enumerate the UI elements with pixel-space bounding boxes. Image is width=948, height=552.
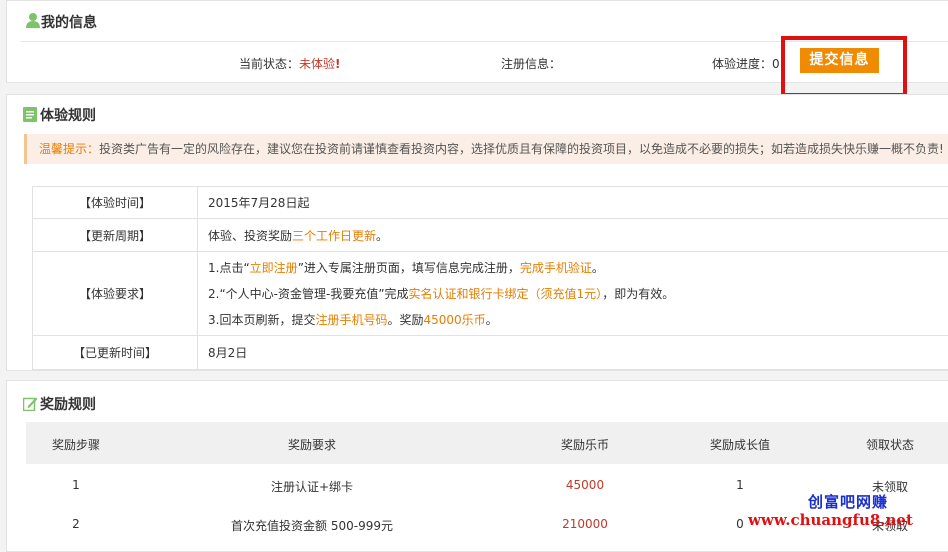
tip-label: 温馨提示： bbox=[39, 142, 99, 156]
row1-coins: 45000 bbox=[540, 478, 630, 492]
col-coins: 奖励乐币 bbox=[540, 436, 630, 453]
req-text: ”进入专属注册页面，填写信息完成注册， bbox=[298, 261, 520, 275]
progress: 体验进度：0 bbox=[712, 55, 780, 72]
table-row: 【体验要求】 1.点击“立即注册”进入专属注册页面，填写信息完成注册，完成手机验… bbox=[33, 252, 948, 336]
req-highlight: 实名认证和银行卡绑定（须充值1元） bbox=[409, 287, 603, 301]
req-text: 。 bbox=[486, 313, 498, 327]
table-row: 【已更新时间】 8月2日 bbox=[33, 336, 948, 370]
rules-table: 【体验时间】 2015年7月28日起 【更新周期】 体验、投资奖励三个工作日更新… bbox=[32, 186, 948, 370]
req-text: 1.点击“ bbox=[208, 261, 250, 275]
req-text: 2.“个人中心-资金管理-我要充值”完成 bbox=[208, 287, 409, 301]
time-value: 2015年7月28日起 bbox=[198, 187, 948, 219]
status-mark: ! bbox=[335, 57, 340, 71]
row2-requirement: 首次充值投资金额 500-999元 bbox=[202, 517, 422, 534]
req-text: 3.回本页刷新，提交 bbox=[208, 313, 315, 327]
updated-key: 【已更新时间】 bbox=[33, 336, 198, 370]
req-text: ，即为有效。 bbox=[602, 287, 674, 301]
rules-title: 体验规则 bbox=[40, 105, 96, 125]
rewards-title: 奖励规则 bbox=[40, 394, 96, 414]
requirement-line-1: 1.点击“立即注册”进入专属注册页面，填写信息完成注册，完成手机验证。 bbox=[208, 255, 948, 281]
col-growth: 奖励成长值 bbox=[690, 436, 790, 453]
req-highlight: 45000乐币 bbox=[423, 313, 485, 327]
row2-coins: 210000 bbox=[540, 517, 630, 531]
updated-value: 8月2日 bbox=[198, 336, 948, 370]
col-requirement: 奖励要求 bbox=[222, 436, 402, 453]
requirement-value: 1.点击“立即注册”进入专属注册页面，填写信息完成注册，完成手机验证。 2.“个… bbox=[198, 252, 948, 336]
tip-text: 投资类广告有一定的风险存在，建议您在投资前请谨慎查看投资内容，选择优质且有保障的… bbox=[99, 142, 944, 156]
watermark-text: 创富吧网赚 bbox=[808, 491, 888, 512]
status-value: 未体验 bbox=[299, 57, 335, 71]
document-icon bbox=[23, 107, 37, 122]
my-info-title: 我的信息 bbox=[41, 12, 97, 32]
user-icon bbox=[26, 12, 40, 28]
cycle-value: 体验、投资奖励三个工作日更新。 bbox=[198, 219, 948, 252]
cycle-key: 【更新周期】 bbox=[33, 219, 198, 252]
time-key: 【体验时间】 bbox=[33, 187, 198, 219]
col-status: 领取状态 bbox=[840, 436, 940, 453]
status-label: 当前状态： bbox=[239, 57, 299, 71]
cycle-highlight: 三个工作日更新 bbox=[292, 229, 376, 243]
col-step: 奖励步骤 bbox=[36, 436, 116, 453]
edit-icon bbox=[23, 396, 38, 411]
cycle-end: 。 bbox=[376, 229, 388, 243]
table-row: 【更新周期】 体验、投资奖励三个工作日更新。 bbox=[33, 219, 948, 252]
requirement-key: 【体验要求】 bbox=[33, 252, 198, 336]
row1-growth: 1 bbox=[690, 478, 790, 492]
progress-label: 体验进度： bbox=[712, 57, 772, 71]
row2-step: 2 bbox=[36, 517, 116, 531]
rewards-table-header bbox=[26, 422, 948, 464]
table-row: 【体验时间】 2015年7月28日起 bbox=[33, 187, 948, 219]
submit-info-button[interactable]: 提交信息 bbox=[800, 48, 879, 73]
warning-tip: 温馨提示：投资类广告有一定的风险存在，建议您在投资前请谨慎查看投资内容，选择优质… bbox=[24, 134, 948, 164]
requirement-line-3: 3.回本页刷新，提交注册手机号码。奖励45000乐币。 bbox=[208, 307, 948, 333]
watermark-url: www.chuangfu8.net bbox=[748, 511, 913, 529]
req-text: 。 bbox=[592, 261, 604, 275]
row1-requirement: 注册认证+绑卡 bbox=[202, 478, 422, 495]
progress-value: 0 bbox=[772, 57, 780, 71]
requirement-line-2: 2.“个人中心-资金管理-我要充值”完成实名认证和银行卡绑定（须充值1元），即为… bbox=[208, 281, 948, 307]
current-status: 当前状态：未体验! bbox=[239, 55, 341, 72]
row1-step: 1 bbox=[36, 478, 116, 492]
cycle-text: 体验、投资奖励 bbox=[208, 229, 292, 243]
req-text: 。奖励 bbox=[387, 313, 423, 327]
req-highlight: 注册手机号码 bbox=[315, 313, 387, 327]
register-now-link[interactable]: 立即注册 bbox=[250, 261, 298, 275]
register-info-label: 注册信息： bbox=[501, 55, 561, 72]
req-highlight: 完成手机验证 bbox=[520, 261, 592, 275]
